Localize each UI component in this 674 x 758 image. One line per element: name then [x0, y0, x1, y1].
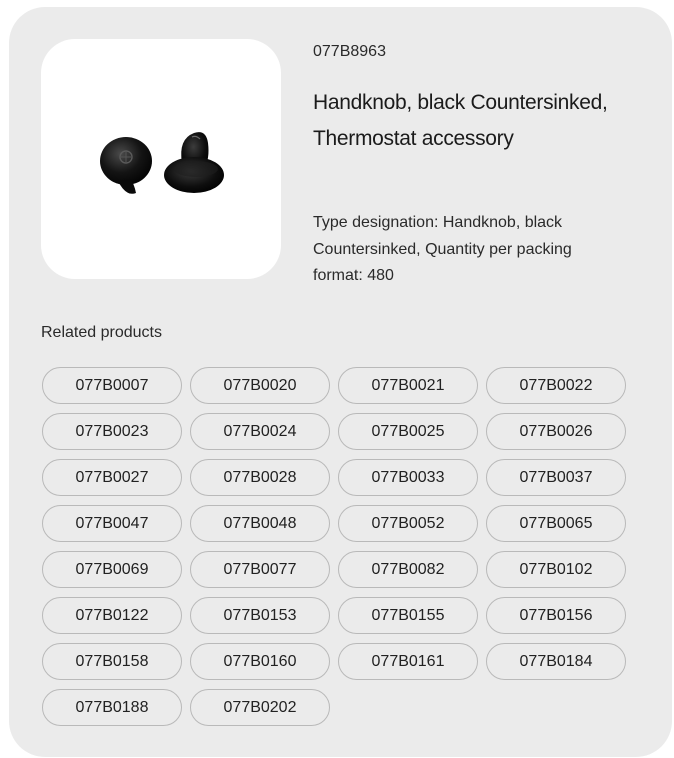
related-product-pill[interactable]: 077B0028: [190, 459, 330, 496]
related-product-pill[interactable]: 077B0022: [486, 367, 626, 404]
related-product-pill[interactable]: 077B0155: [338, 597, 478, 634]
related-product-pill[interactable]: 077B0077: [190, 551, 330, 588]
related-product-pill[interactable]: 077B0156: [486, 597, 626, 634]
product-card: 077B8963 Handknob, black Countersinked, …: [9, 7, 672, 757]
related-product-pill[interactable]: 077B0020: [190, 367, 330, 404]
related-product-pill[interactable]: 077B0082: [338, 551, 478, 588]
related-product-pill[interactable]: 077B0024: [190, 413, 330, 450]
related-product-pill[interactable]: 077B0026: [486, 413, 626, 450]
related-product-pill[interactable]: 077B0021: [338, 367, 478, 404]
related-products-heading: Related products: [41, 324, 162, 341]
product-image: [41, 39, 281, 279]
related-product-pill[interactable]: 077B0007: [42, 367, 182, 404]
related-product-pill[interactable]: 077B0102: [486, 551, 626, 588]
product-title: Handknob, black Countersinked, Thermosta…: [313, 91, 608, 150]
related-product-pill[interactable]: 077B0048: [190, 505, 330, 542]
product-code: 077B8963: [313, 43, 386, 60]
related-product-pill[interactable]: 077B0122: [42, 597, 182, 634]
related-product-pill[interactable]: 077B0065: [486, 505, 626, 542]
related-product-pill[interactable]: 077B0202: [190, 689, 330, 726]
related-product-pill[interactable]: 077B0047: [42, 505, 182, 542]
related-product-pill[interactable]: 077B0188: [42, 689, 182, 726]
related-product-pill[interactable]: 077B0160: [190, 643, 330, 680]
related-products-list: 077B0007 077B0020 077B0021 077B0022 077B0023…: [42, 367, 627, 726]
product-description: Type designation: Handknob, black Counte…: [313, 214, 572, 284]
related-product-pill[interactable]: 077B0153: [190, 597, 330, 634]
related-product-pill[interactable]: 077B0161: [338, 643, 478, 680]
related-product-pill[interactable]: 077B0184: [486, 643, 626, 680]
related-product-pill[interactable]: 077B0025: [338, 413, 478, 450]
related-product-pill[interactable]: 077B0033: [338, 459, 478, 496]
related-product-pill[interactable]: 077B0052: [338, 505, 478, 542]
related-product-pill[interactable]: 077B0023: [42, 413, 182, 450]
related-product-pill[interactable]: 077B0027: [42, 459, 182, 496]
related-product-pill[interactable]: 077B0158: [42, 643, 182, 680]
related-product-pill[interactable]: 077B0037: [486, 459, 626, 496]
handknob-photo: [100, 132, 224, 194]
related-product-pill[interactable]: 077B0069: [42, 551, 182, 588]
